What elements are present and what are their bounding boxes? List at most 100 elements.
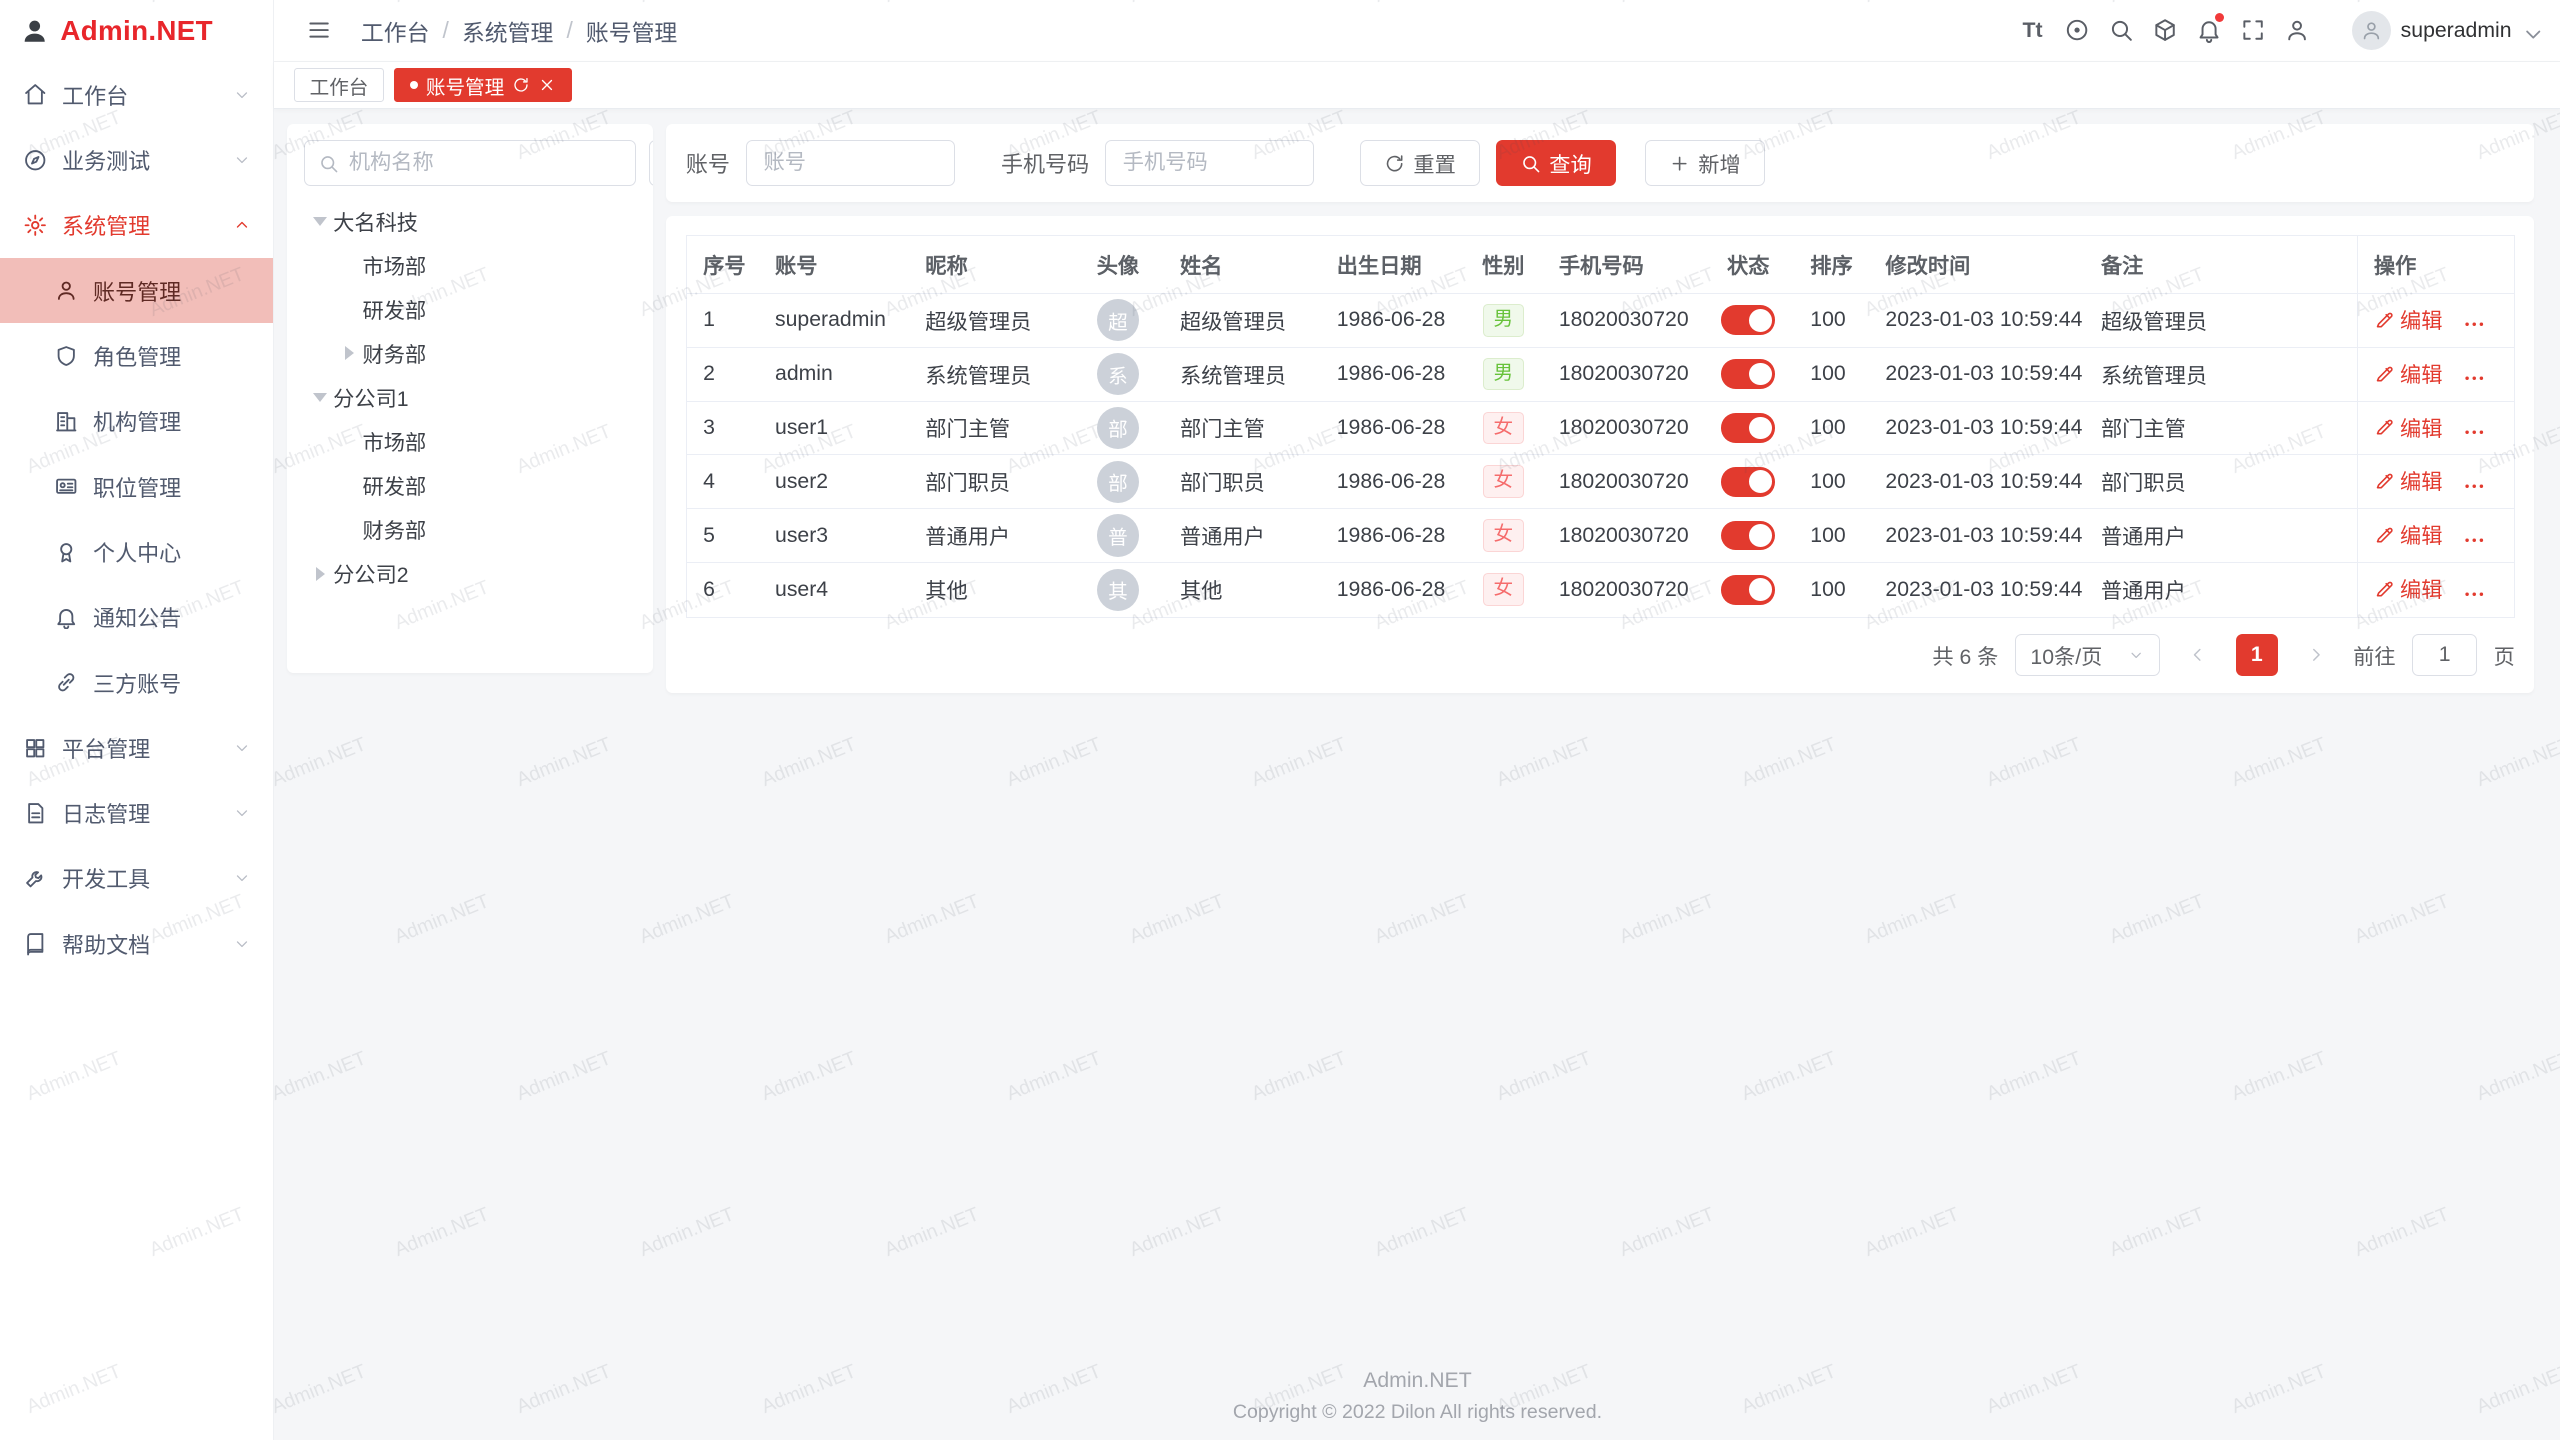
add-button[interactable]: 新增 bbox=[1645, 140, 1765, 186]
menu-toggle-icon[interactable] bbox=[297, 0, 341, 62]
edit-button[interactable]: 编辑 bbox=[2374, 358, 2443, 389]
link-icon bbox=[54, 670, 78, 694]
column-gender: 性别 bbox=[1464, 236, 1542, 293]
cell-sort: 100 bbox=[1794, 293, 1869, 347]
status-toggle[interactable] bbox=[1721, 413, 1775, 442]
avatar[interactable] bbox=[2352, 11, 2391, 50]
tree-node[interactable]: 分公司2 bbox=[304, 552, 637, 596]
tree-node[interactable]: 研发部 bbox=[304, 464, 637, 508]
status-toggle[interactable] bbox=[1721, 305, 1775, 334]
cell-name: 普通用户 bbox=[1164, 509, 1321, 563]
column-phone: 手机号码 bbox=[1543, 236, 1703, 293]
plus-icon bbox=[1669, 153, 1690, 174]
sidebar-item-org-management[interactable]: 机构管理 bbox=[0, 389, 273, 454]
cell-avatar: 部 bbox=[1072, 455, 1163, 509]
more-actions-button[interactable] bbox=[2462, 420, 2486, 444]
more-actions-button[interactable] bbox=[2462, 528, 2486, 552]
page-size-select[interactable]: 10条/页 bbox=[2015, 634, 2161, 676]
sidebar-item-position-management[interactable]: 职位管理 bbox=[0, 454, 273, 519]
tab-refresh-icon[interactable] bbox=[512, 76, 530, 94]
tab-workbench[interactable]: 工作台 bbox=[294, 68, 384, 102]
cell-birth-date: 1986-06-28 bbox=[1320, 293, 1464, 347]
tree-node[interactable]: 大名科技 bbox=[304, 199, 637, 243]
chevron-down-icon bbox=[2521, 22, 2537, 38]
tree-node[interactable]: 财务部 bbox=[304, 331, 637, 375]
ellipsis-icon bbox=[2462, 420, 2486, 444]
status-toggle[interactable] bbox=[1721, 359, 1775, 388]
tree-node[interactable]: 市场部 bbox=[304, 243, 637, 287]
profile-icon[interactable] bbox=[2275, 0, 2319, 62]
sidebar-item-personal-center[interactable]: 个人中心 bbox=[0, 519, 273, 584]
user-menu[interactable]: superadmin bbox=[2352, 11, 2538, 50]
sidebar-item-dev-tools[interactable]: 开发工具 bbox=[0, 846, 273, 911]
cell-phone: 18020030720 bbox=[1543, 509, 1703, 563]
tree-node[interactable]: 财务部 bbox=[304, 508, 637, 552]
refresh-icon bbox=[1384, 153, 1405, 174]
org-search-box[interactable] bbox=[304, 140, 636, 186]
edit-button[interactable]: 编辑 bbox=[2374, 412, 2443, 443]
theme-icon[interactable] bbox=[2055, 0, 2099, 62]
cell-birth-date: 1986-06-28 bbox=[1320, 347, 1464, 401]
caret-right-icon[interactable] bbox=[307, 567, 333, 581]
cell-phone: 18020030720 bbox=[1543, 293, 1703, 347]
component-box-icon[interactable] bbox=[2143, 0, 2187, 62]
cell-phone: 18020030720 bbox=[1543, 401, 1703, 455]
sidebar-item-system-management[interactable]: 系统管理 bbox=[0, 193, 273, 258]
page-button-1[interactable]: 1 bbox=[2236, 634, 2278, 676]
org-more-button[interactable] bbox=[649, 140, 653, 186]
cell-nickname: 部门主管 bbox=[909, 401, 1072, 455]
ellipsis-icon bbox=[650, 152, 653, 175]
sidebar-item-role-management[interactable]: 角色管理 bbox=[0, 323, 273, 388]
sidebar-item-third-party-account[interactable]: 三方账号 bbox=[0, 650, 273, 715]
more-actions-button[interactable] bbox=[2462, 366, 2486, 390]
cell-status bbox=[1703, 401, 1794, 455]
sidebar-item-help-docs[interactable]: 帮助文档 bbox=[0, 911, 273, 976]
sidebar-item-platform-management[interactable]: 平台管理 bbox=[0, 715, 273, 780]
tab-close-icon[interactable] bbox=[538, 76, 556, 94]
org-search-input[interactable] bbox=[349, 151, 622, 175]
edit-button[interactable]: 编辑 bbox=[2374, 465, 2443, 496]
more-actions-button[interactable] bbox=[2462, 582, 2486, 606]
status-toggle[interactable] bbox=[1721, 575, 1775, 604]
search-button[interactable]: 查询 bbox=[1496, 140, 1616, 186]
cell-sort: 100 bbox=[1794, 401, 1869, 455]
sidebar-item-notice[interactable]: 通知公告 bbox=[0, 585, 273, 650]
account-input[interactable] bbox=[746, 140, 955, 186]
caret-right-icon[interactable] bbox=[336, 346, 362, 360]
status-toggle[interactable] bbox=[1721, 467, 1775, 496]
text-size-icon[interactable]: Tt bbox=[2010, 0, 2054, 62]
more-actions-button[interactable] bbox=[2462, 312, 2486, 336]
edit-button[interactable]: 编辑 bbox=[2374, 573, 2443, 604]
sidebar-item-account-management[interactable]: 账号管理 bbox=[0, 258, 273, 323]
chevLeft-icon bbox=[2188, 645, 2208, 665]
caret-down-icon[interactable] bbox=[307, 393, 333, 402]
more-actions-button[interactable] bbox=[2462, 474, 2486, 498]
search-icon[interactable] bbox=[2099, 0, 2143, 62]
brand[interactable]: Admin.NET bbox=[0, 0, 273, 62]
breadcrumb-item-system-management[interactable]: 系统管理 bbox=[462, 14, 553, 48]
edit-button[interactable]: 编辑 bbox=[2374, 519, 2443, 550]
goto-page-input[interactable] bbox=[2412, 634, 2477, 676]
reset-button[interactable]: 重置 bbox=[1360, 140, 1480, 186]
bell-icon bbox=[54, 605, 78, 629]
edit-button[interactable]: 编辑 bbox=[2374, 304, 2443, 335]
tab-account-management[interactable]: 账号管理 bbox=[394, 68, 572, 102]
tree-node[interactable]: 市场部 bbox=[304, 420, 637, 464]
sidebar-item-label: 角色管理 bbox=[93, 340, 181, 372]
next-page-button[interactable] bbox=[2294, 634, 2336, 676]
status-toggle[interactable] bbox=[1721, 521, 1775, 550]
phone-input[interactable] bbox=[1105, 140, 1314, 186]
sidebar-item-log-management[interactable]: 日志管理 bbox=[0, 780, 273, 845]
fullscreen-icon[interactable] bbox=[2231, 0, 2275, 62]
prev-page-button[interactable] bbox=[2177, 634, 2219, 676]
tree-node-label: 财务部 bbox=[363, 514, 427, 545]
notification-icon[interactable] bbox=[2187, 0, 2231, 62]
sidebar-item-workbench[interactable]: 工作台 bbox=[0, 62, 273, 127]
tree-node[interactable]: 分公司1 bbox=[304, 376, 637, 420]
table-wrap: 序号账号昵称头像姓名出生日期性别手机号码状态排序修改时间备注操作 1supera… bbox=[686, 235, 2515, 617]
tree-node[interactable]: 研发部 bbox=[304, 287, 637, 331]
cell-account: user1 bbox=[759, 401, 909, 455]
breadcrumb-item-workbench[interactable]: 工作台 bbox=[361, 14, 430, 48]
caret-down-icon[interactable] bbox=[307, 217, 333, 226]
sidebar-item-business-test[interactable]: 业务测试 bbox=[0, 127, 273, 192]
